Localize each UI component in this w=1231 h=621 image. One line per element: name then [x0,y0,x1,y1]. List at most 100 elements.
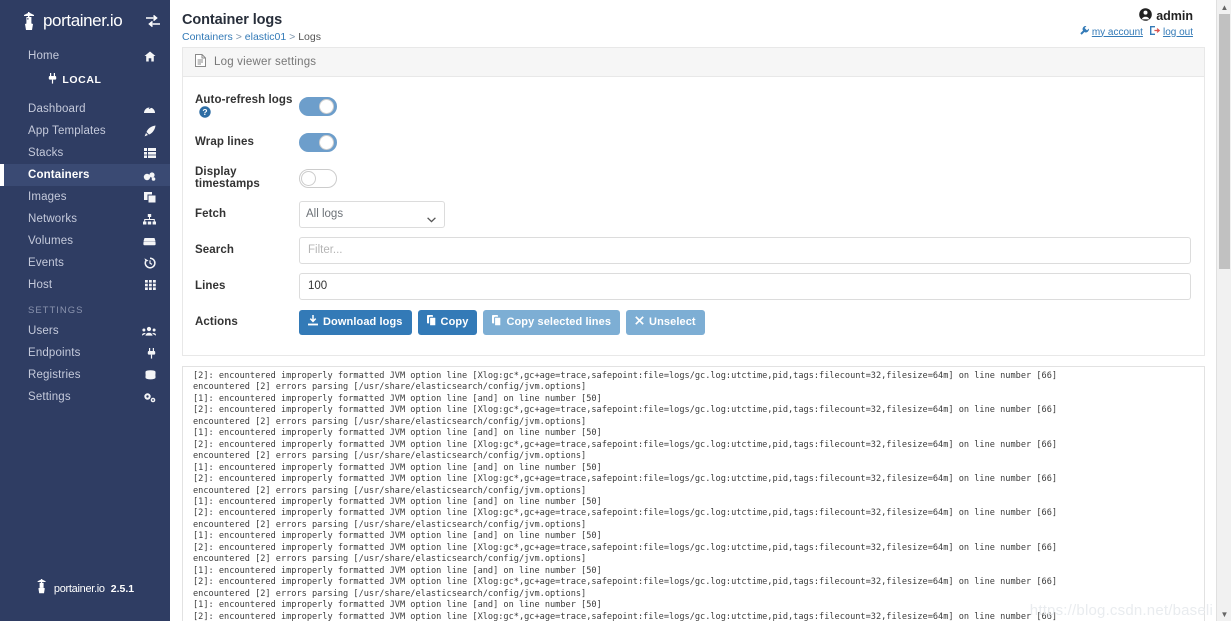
fetch-row: Fetch All logs [195,199,1192,229]
sidebar-section-settings: SETTINGS [28,304,84,316]
sidebar-item-label: Home [28,50,60,62]
page-scrollbar[interactable]: ▲ ▼ [1216,0,1231,621]
log-line[interactable]: [1]: encountered improperly formatted JV… [183,600,1204,611]
sidebar-item-events[interactable]: Events [0,252,170,274]
fetch-select[interactable]: All logs [299,200,445,228]
sidebar-toggle-icon[interactable] [146,14,160,27]
log-line[interactable]: encountered [2] errors parsing [/usr/sha… [183,417,1204,428]
sidebar-item-label: Users [28,325,59,337]
sidebar-item-label: Stacks [28,147,64,159]
log-line[interactable]: encountered [2] errors parsing [/usr/sha… [183,589,1204,600]
log-scroll-area[interactable]: [2]: encountered improperly formatted JV… [183,367,1204,621]
log-line[interactable]: [1]: encountered improperly formatted JV… [183,428,1204,439]
copy-button[interactable]: Copy [417,309,478,335]
scroll-down-icon[interactable]: ▼ [1217,607,1231,621]
sidebar-item-app-templates[interactable]: App Templates [0,120,170,142]
search-input[interactable] [299,236,1191,264]
display-timestamps-toggle[interactable] [299,168,337,188]
fetch-label: Fetch [195,208,227,220]
portainer-app: portainer.io Home LOCAL Dashboard App Te… [0,0,1231,621]
sidebar-item-label: Volumes [28,235,74,247]
user-name: admin [1156,9,1193,23]
breadcrumb-logs: Logs [298,31,321,43]
page-title: Container logs [182,12,283,28]
log-line[interactable]: [2]: encountered improperly formatted JV… [183,474,1204,485]
wrap-lines-toggle[interactable] [299,132,337,152]
breadcrumb-containers[interactable]: Containers [182,31,233,43]
sidebar-item-images[interactable]: Images [0,186,170,208]
button-label: Copy [440,316,469,328]
log-line[interactable]: encountered [2] errors parsing [/usr/sha… [183,520,1204,531]
sidebar-item-label: Images [28,191,67,203]
sidebar-item-volumes[interactable]: Volumes [0,230,170,252]
panel-body: Auto-refresh logs ? Wrap lines Display t… [183,77,1204,355]
containers-icon [140,170,156,181]
lines-input[interactable] [299,272,1191,300]
sidebar-item-label: App Templates [28,125,106,137]
sidebar-item-home[interactable]: Home [0,45,170,67]
sidebar: portainer.io Home LOCAL Dashboard App Te… [0,0,170,621]
log-viewer-settings-panel: Log viewer settings Auto-refresh logs ? … [182,47,1205,356]
log-line[interactable]: [1]: encountered improperly formatted JV… [183,394,1204,405]
copy-selected-lines-button[interactable]: Copy selected lines [483,309,621,335]
sidebar-item-label: Networks [28,213,78,225]
sidebar-item-settings[interactable]: Settings [0,386,170,408]
sidebar-item-registries[interactable]: Registries [0,364,170,386]
log-line[interactable]: encountered [2] errors parsing [/usr/sha… [183,486,1204,497]
endpoint-label: LOCAL [62,74,102,86]
actions-label: Actions [195,316,238,328]
unselect-button[interactable]: Unselect [626,309,705,335]
plug-icon [140,347,156,359]
log-line[interactable]: encountered [2] errors parsing [/usr/sha… [183,554,1204,565]
sidebar-footer: portainer.io 2.5.1 [0,578,170,621]
log-line[interactable]: [1]: encountered improperly formatted JV… [183,566,1204,577]
button-label: Download logs [323,316,403,328]
log-line[interactable]: [1]: encountered improperly formatted JV… [183,497,1204,508]
tachometer-icon [140,104,156,115]
sidebar-item-networks[interactable]: Networks [0,208,170,230]
sidebar-item-stacks[interactable]: Stacks [0,142,170,164]
sidebar-item-dashboard[interactable]: Dashboard [0,98,170,120]
download-logs-button[interactable]: Download logs [299,309,412,335]
user-circle-icon [1139,8,1152,24]
page-scrollbar-thumb[interactable] [1219,14,1230,269]
sidebar-item-label: Dashboard [28,103,86,115]
auto-refresh-row: Auto-refresh logs ? [195,91,1192,121]
scroll-up-icon[interactable]: ▲ [1217,0,1231,14]
clone-icon [140,191,156,203]
th-list-icon [140,148,156,158]
sidebar-item-endpoints[interactable]: Endpoints [0,342,170,364]
download-icon [308,315,318,329]
log-line[interactable]: [2]: encountered improperly formatted JV… [183,405,1204,416]
sidebar-item-label: Endpoints [28,347,81,359]
home-icon [140,51,156,62]
log-line[interactable]: [2]: encountered improperly formatted JV… [183,508,1204,519]
th-icon [140,280,156,290]
lines-label: Lines [195,280,226,292]
log-out-link[interactable]: log out [1149,26,1193,38]
file-text-icon [195,54,206,70]
log-line[interactable]: encountered [2] errors parsing [/usr/sha… [183,451,1204,462]
log-line[interactable]: [2]: encountered improperly formatted JV… [183,371,1204,382]
breadcrumb-elastic01[interactable]: elastic01 [245,31,286,43]
sidebar-brand[interactable]: portainer.io [0,0,170,41]
sidebar-item-containers[interactable]: Containers [0,164,170,186]
sidebar-item-host[interactable]: Host [0,274,170,296]
log-line[interactable]: [2]: encountered improperly formatted JV… [183,440,1204,451]
auto-refresh-toggle[interactable] [299,96,337,116]
log-output-box: [2]: encountered improperly formatted JV… [182,366,1205,621]
log-line[interactable]: [2]: encountered improperly formatted JV… [183,577,1204,588]
log-line[interactable]: [2]: encountered improperly formatted JV… [183,543,1204,554]
panel-header: Log viewer settings [183,48,1204,77]
log-line[interactable]: [2]: encountered improperly formatted JV… [183,612,1204,621]
wrench-icon [1080,26,1089,38]
log-line[interactable]: encountered [2] errors parsing [/usr/sha… [183,382,1204,393]
sidebar-item-users[interactable]: Users [0,320,170,342]
question-circle-icon[interactable]: ? [199,106,211,118]
display-timestamps-label: Display timestamps [195,166,260,190]
log-line[interactable]: [1]: encountered improperly formatted JV… [183,463,1204,474]
log-line[interactable]: [1]: encountered improperly formatted JV… [183,531,1204,542]
my-account-link[interactable]: my account [1080,26,1143,38]
breadcrumb-separator: > [289,31,296,43]
sidebar-item-label: Host [28,279,53,291]
